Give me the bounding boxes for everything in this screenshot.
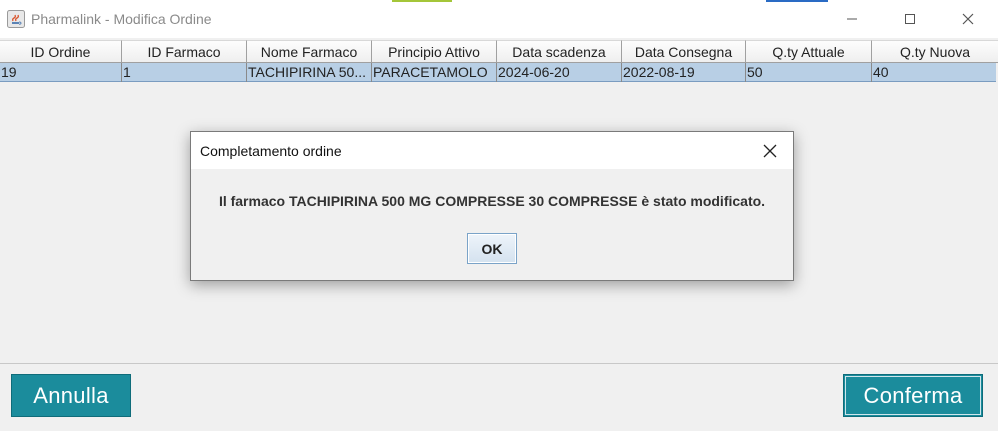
minimize-icon <box>847 18 857 20</box>
column-header[interactable]: Principio Attivo <box>372 40 497 63</box>
close-button[interactable] <box>942 0 994 38</box>
column-header[interactable]: ID Farmaco <box>122 40 247 63</box>
table-cell: 50 <box>746 63 872 82</box>
column-header[interactable]: Nome Farmaco <box>247 40 372 63</box>
java-app-icon <box>7 10 25 28</box>
titlebar-accent <box>392 0 452 2</box>
column-header[interactable]: Data scadenza <box>497 40 622 63</box>
titlebar-accent <box>766 0 828 2</box>
table-cell: TACHIPIRINA 50... <box>247 63 372 82</box>
close-icon <box>763 144 777 158</box>
maximize-icon <box>905 14 915 24</box>
completion-dialog: Completamento ordine Il farmaco TACHIPIR… <box>190 131 794 281</box>
column-header[interactable]: Data Consegna <box>622 40 746 63</box>
dialog-title: Completamento ordine <box>200 143 342 159</box>
column-header[interactable]: ID Ordine <box>0 40 122 63</box>
column-header[interactable]: Q.ty Nuova <box>872 40 998 63</box>
window-title: Pharmalink - Modifica Ordine <box>31 11 212 27</box>
table-cell: 2022-08-19 <box>622 63 746 82</box>
table-cell: 2024-06-20 <box>497 63 622 82</box>
dialog-titlebar: Completamento ordine <box>191 132 793 169</box>
table-header: ID Ordine ID Farmaco Nome Farmaco Princi… <box>0 40 998 63</box>
close-icon <box>962 13 974 25</box>
maximize-button[interactable] <box>884 0 936 38</box>
window-titlebar: Pharmalink - Modifica Ordine <box>0 0 998 38</box>
table-cell: PARACETAMOLO <box>372 63 497 82</box>
ok-button[interactable]: OK <box>467 233 517 264</box>
table-row[interactable]: 19 1 TACHIPIRINA 50... PARACETAMOLO 2024… <box>0 63 996 82</box>
minimize-button[interactable] <box>826 0 878 38</box>
table-cell: 40 <box>873 64 889 80</box>
table-cell: 1 <box>122 63 247 82</box>
table-cell: 19 <box>0 63 122 82</box>
confirm-button[interactable]: Conferma <box>843 374 983 417</box>
dialog-close-button[interactable] <box>753 136 787 166</box>
dialog-message: Il farmaco TACHIPIRINA 500 MG COMPRESSE … <box>218 193 766 209</box>
cancel-button[interactable]: Annulla <box>11 374 131 417</box>
column-header[interactable]: Q.ty Attuale <box>746 40 872 63</box>
